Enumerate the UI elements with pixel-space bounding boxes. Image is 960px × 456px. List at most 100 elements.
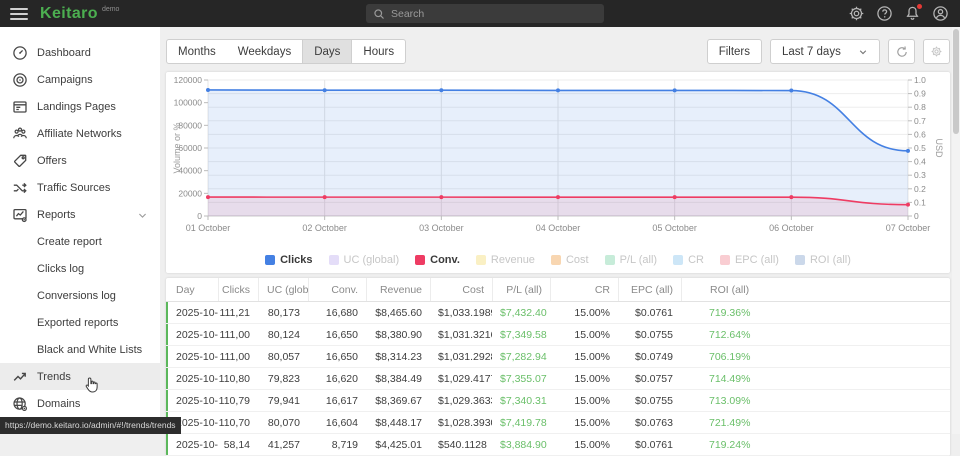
- legend-item-cr[interactable]: CR: [673, 254, 704, 266]
- legend-swatch: [415, 255, 425, 265]
- cell-conv: 8,719: [308, 434, 366, 455]
- col-header-epc-all[interactable]: EPC (all): [618, 278, 681, 301]
- chart-legend: Clicks UC (global) Conv. Revenue Cost P/L (al…: [168, 247, 948, 273]
- col-header-day[interactable]: Day: [166, 278, 218, 301]
- cell-roi-all: 706.19%: [681, 346, 950, 367]
- cell-uc-global: 79,823: [258, 368, 308, 389]
- legend-label: ROI (all): [810, 254, 851, 266]
- legend-item-conv[interactable]: Conv.: [415, 254, 460, 266]
- legend-item-uc-global[interactable]: UC (global): [329, 254, 400, 266]
- cell-conv: 16,620: [308, 368, 366, 389]
- legend-label: P/L (all): [620, 254, 658, 266]
- col-header-conv[interactable]: Conv.: [308, 278, 366, 301]
- svg-text:0.2: 0.2: [914, 184, 926, 194]
- date-range-value: Last 7 days: [782, 46, 841, 58]
- date-range-select[interactable]: Last 7 days: [770, 39, 880, 64]
- legend-item-clicks[interactable]: Clicks: [265, 254, 312, 266]
- sidebar-item-affiliate-networks[interactable]: Affiliate Networks: [0, 120, 160, 147]
- col-header-p-l-all[interactable]: P/L (all): [492, 278, 550, 301]
- sidebar-item-reports[interactable]: Reports: [0, 201, 160, 228]
- search-icon: [373, 8, 385, 20]
- sidebar-item-label: Landings Pages: [37, 101, 116, 113]
- gear-icon: [930, 45, 943, 58]
- col-header-cost[interactable]: Cost: [430, 278, 492, 301]
- svg-text:02 October: 02 October: [302, 223, 347, 233]
- campaigns-icon: [12, 71, 29, 88]
- cell-revenue: $8,314.23: [366, 346, 430, 367]
- search-box[interactable]: [366, 4, 604, 23]
- sidebar-item-landings-pages[interactable]: Landings Pages: [0, 93, 160, 120]
- col-header-cr[interactable]: CR: [550, 278, 618, 301]
- sidebar-item-label: Exported reports: [37, 317, 118, 329]
- col-header-uc-global[interactable]: UC (global): [258, 278, 308, 301]
- cell-epc-all: $0.0757: [618, 368, 681, 389]
- table-row: 2025-10-0758,1441,2578,719$4,425.01$540.…: [166, 434, 950, 456]
- legend-label: EPC (all): [735, 254, 779, 266]
- legend-item-roi-all[interactable]: ROI (all): [795, 254, 851, 266]
- sidebar-item-dashboard[interactable]: Dashboard: [0, 39, 160, 66]
- cell-cr: 15.00%: [550, 434, 618, 455]
- page-scrollbar[interactable]: [952, 27, 960, 434]
- tab-weekdays[interactable]: Weekdays: [227, 40, 302, 63]
- toolbar: MonthsWeekdaysDaysHours Filters Last 7 d…: [166, 39, 950, 64]
- legend-item-p-l-all[interactable]: P/L (all): [605, 254, 658, 266]
- filters-button[interactable]: Filters: [707, 39, 762, 64]
- notification-dot: [917, 4, 922, 9]
- account-button[interactable]: [931, 4, 950, 23]
- legend-item-epc-all[interactable]: EPC (all): [720, 254, 779, 266]
- status-bar-url: https://demo.keitaro.io/admin/#!/trends/…: [0, 417, 181, 434]
- search-input[interactable]: [391, 8, 597, 20]
- sidebar-item-create-report[interactable]: Create report: [0, 228, 160, 255]
- cell-roi-all: 721.49%: [681, 412, 950, 433]
- cell-epc-all: $0.0755: [618, 390, 681, 411]
- tab-months[interactable]: Months: [167, 40, 227, 63]
- svg-text:01 October: 01 October: [186, 223, 231, 233]
- sidebar-item-domains[interactable]: Domains: [0, 390, 160, 417]
- cell-revenue: $8,448.17: [366, 412, 430, 433]
- sidebar-item-offers[interactable]: Offers: [0, 147, 160, 174]
- legend-item-revenue[interactable]: Revenue: [476, 254, 535, 266]
- sidebar-item-traffic-sources[interactable]: Traffic Sources: [0, 174, 160, 201]
- cell-uc-global: 80,124: [258, 324, 308, 345]
- sidebar-item-conversions-log[interactable]: Conversions log: [0, 282, 160, 309]
- sidebar-item-exported-reports[interactable]: Exported reports: [0, 309, 160, 336]
- help-button[interactable]: [875, 4, 894, 23]
- svg-text:03 October: 03 October: [419, 223, 464, 233]
- sidebar-item-campaigns[interactable]: Campaigns: [0, 66, 160, 93]
- cell-cr: 15.00%: [550, 302, 618, 323]
- cell-cost: $540.1128: [430, 434, 492, 455]
- hamburger-menu-icon[interactable]: [10, 8, 28, 20]
- svg-text:1.0: 1.0: [914, 75, 926, 85]
- sidebar-item-trends[interactable]: Trends: [0, 363, 160, 390]
- cell-uc-global: 79,941: [258, 390, 308, 411]
- cell-clicks: 111,00: [218, 346, 258, 367]
- svg-text:0.5: 0.5: [914, 143, 926, 153]
- tab-days[interactable]: Days: [302, 40, 352, 63]
- chart-settings-button[interactable]: [923, 39, 950, 64]
- traffic-sources-icon: [12, 179, 29, 196]
- settings-button[interactable]: [847, 4, 866, 23]
- scrollbar-thumb[interactable]: [953, 29, 959, 134]
- col-header-clicks[interactable]: Clicks: [218, 278, 258, 301]
- chart-card: 02000040000600008000010000012000000.10.2…: [166, 72, 950, 273]
- sidebar-item-clicks-log[interactable]: Clicks log: [0, 255, 160, 282]
- cell-cost: $1,029.3633: [430, 390, 492, 411]
- sidebar-item-label: Offers: [37, 155, 67, 167]
- brand-logo[interactable]: Keitaro: [40, 5, 98, 23]
- cell-day: 2025-10-01: [166, 302, 218, 323]
- cell-roi-all: 713.09%: [681, 390, 950, 411]
- cell-clicks: 111,00: [218, 324, 258, 345]
- tab-hours[interactable]: Hours: [352, 40, 405, 63]
- col-header-revenue[interactable]: Revenue: [366, 278, 430, 301]
- legend-label: UC (global): [344, 254, 400, 266]
- svg-text:Volume or %: Volume or %: [172, 122, 182, 173]
- sidebar-item-label: Domains: [37, 398, 80, 410]
- refresh-button[interactable]: [888, 39, 915, 64]
- svg-text:0.8: 0.8: [914, 102, 926, 112]
- legend-swatch: [720, 255, 730, 265]
- legend-item-cost[interactable]: Cost: [551, 254, 589, 266]
- col-header-roi-all[interactable]: ROI (all): [681, 278, 950, 301]
- sidebar-item-black-and-white-lists[interactable]: Black and White Lists: [0, 336, 160, 363]
- notifications-button[interactable]: [903, 4, 922, 23]
- reports-icon: [12, 206, 29, 223]
